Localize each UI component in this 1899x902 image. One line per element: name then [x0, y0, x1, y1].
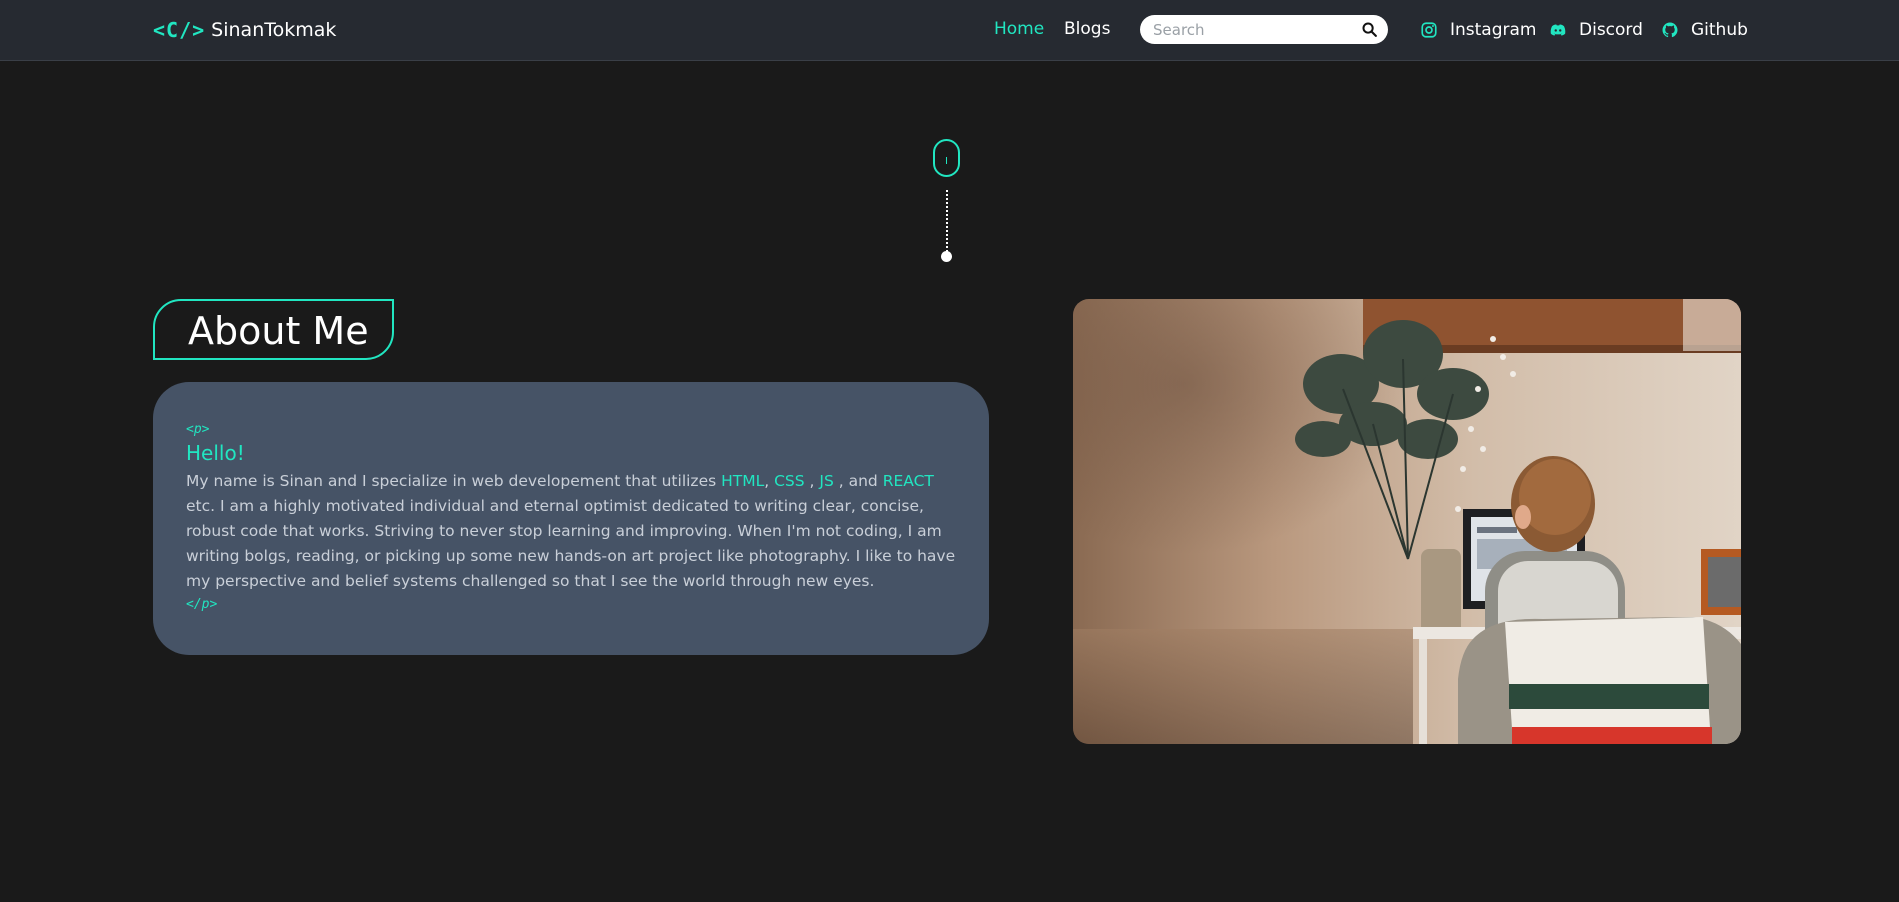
mouse-wheel — [946, 157, 947, 164]
close-p-tag: </p> — [186, 597, 218, 612]
social-label: Instagram — [1450, 20, 1537, 40]
instagram-icon — [1421, 22, 1437, 38]
brand-logo[interactable]: <C/> SinanTokmak — [153, 17, 336, 43]
about-text-body: etc. I am a highly motivated individual … — [186, 497, 956, 590]
search-box — [1140, 15, 1388, 44]
nav-link-blogs[interactable]: Blogs — [1064, 19, 1110, 39]
tech-separator: , — [804, 472, 820, 490]
discord-icon — [1550, 24, 1566, 36]
tech-react: REACT — [882, 472, 934, 490]
tech-html: HTML — [721, 472, 765, 490]
search-input[interactable] — [1153, 20, 1358, 39]
social-link-instagram[interactable]: Instagram — [1420, 18, 1537, 42]
nav-link-home[interactable]: Home — [994, 19, 1044, 39]
tech-separator: , and — [833, 472, 883, 490]
search-icon[interactable] — [1361, 21, 1378, 38]
tech-css: CSS — [774, 472, 805, 490]
child-at-computer-image — [1073, 299, 1741, 744]
brand-name: SinanTokmak — [211, 19, 337, 41]
about-card: <p> Hello! My name is Sinan and I specia… — [153, 382, 989, 655]
social-label: Discord — [1579, 20, 1643, 40]
scroll-mouse-icon[interactable] — [933, 139, 960, 177]
about-title: About Me — [188, 309, 369, 353]
greeting: Hello! — [186, 441, 245, 465]
about-title-box: About Me — [153, 299, 394, 360]
tech-separator: , — [764, 472, 775, 490]
logo-mark: <C/> — [153, 18, 206, 42]
about-text-intro: My name is Sinan and I specialize in web… — [186, 472, 722, 490]
navbar-inner: <C/> SinanTokmak Home Blogs Instagram — [153, 0, 1753, 61]
github-icon — [1662, 22, 1678, 38]
social-label: Github — [1691, 20, 1748, 40]
open-p-tag: <p> — [186, 422, 210, 437]
scroll-dot — [941, 251, 952, 262]
social-link-discord[interactable]: Discord — [1549, 18, 1643, 42]
scroll-dotted-line — [946, 190, 948, 252]
navbar: <C/> SinanTokmak Home Blogs Instagram — [0, 0, 1899, 61]
social-link-github[interactable]: Github — [1661, 18, 1748, 42]
about-photo — [1073, 299, 1741, 744]
tech-js: JS — [819, 472, 834, 490]
about-paragraph: My name is Sinan and I specialize in web… — [186, 469, 956, 594]
